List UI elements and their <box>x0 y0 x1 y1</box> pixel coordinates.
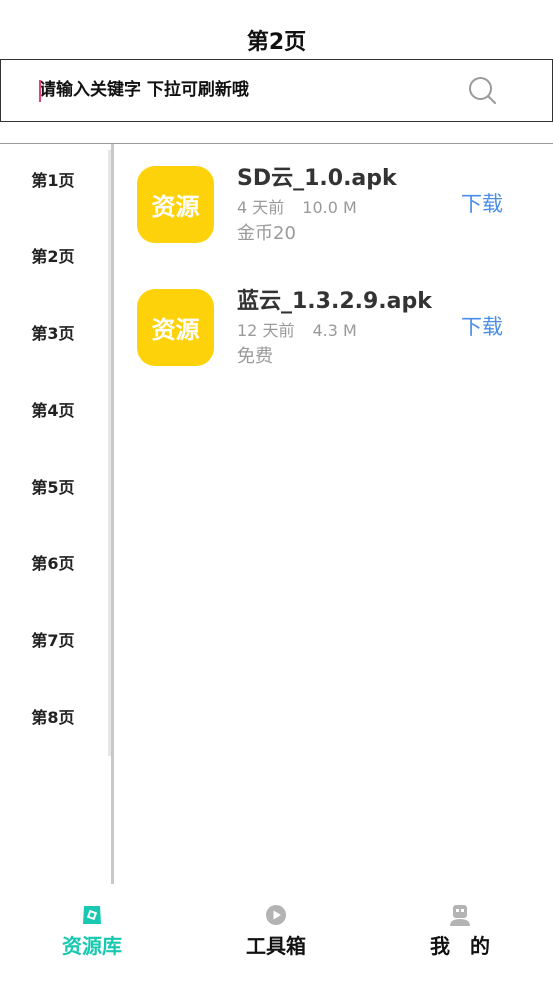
sidebar-item-page-8[interactable]: 第8页 <box>0 706 106 730</box>
search-icon[interactable] <box>467 75 497 105</box>
item-price: 金币20 <box>237 223 296 244</box>
sidebar-item-page-6[interactable]: 第6页 <box>0 552 106 576</box>
item-time: 12 天前 <box>237 321 295 340</box>
sidebar-item-page-4[interactable]: 第4页 <box>0 399 106 423</box>
list-item[interactable]: 资源 SD云_1.0.apk 4 天前 10.0 M 金币20 下载 <box>137 166 537 246</box>
sidebar-item-page-3[interactable]: 第3页 <box>0 322 106 346</box>
profile-icon <box>450 905 470 926</box>
item-size: 4.3 M <box>312 321 357 340</box>
sidebar-divider <box>111 144 114 884</box>
tab-label: 我 的 <box>430 934 490 958</box>
item-size: 10.0 M <box>302 198 357 217</box>
item-name: 蓝云_1.3.2.9.apk <box>237 289 432 314</box>
item-meta: 4 天前 10.0 M <box>237 197 357 219</box>
list-item[interactable]: 资源 蓝云_1.3.2.9.apk 12 天前 4.3 M 免费 下载 <box>137 289 537 369</box>
resource-badge: 资源 <box>137 289 214 366</box>
search-input[interactable] <box>39 74 439 106</box>
item-time: 4 天前 <box>237 198 285 217</box>
item-meta: 12 天前 4.3 M <box>237 320 357 342</box>
item-price: 免费 <box>237 346 273 367</box>
download-button[interactable]: 下载 <box>461 190 503 218</box>
play-icon <box>266 905 286 925</box>
resource-icon <box>83 906 101 924</box>
item-name: SD云_1.0.apk <box>237 166 397 191</box>
sidebar-item-page-5[interactable]: 第5页 <box>0 476 106 500</box>
page-title: 第2页 <box>246 30 307 55</box>
sidebar: 第1页 第2页 第3页 第4页 第5页 第6页 第7页 第8页 <box>0 144 110 884</box>
tab-label: 资源库 <box>62 934 122 958</box>
resource-badge: 资源 <box>137 166 214 243</box>
bottom-tab-bar: 资源库 工具箱 我 的 <box>0 896 553 983</box>
tab-resources[interactable]: 资源库 <box>0 896 184 976</box>
text-caret <box>39 80 41 102</box>
tab-toolbox[interactable]: 工具箱 <box>184 896 368 976</box>
tab-profile[interactable]: 我 的 <box>368 896 552 976</box>
tab-label: 工具箱 <box>246 934 306 958</box>
download-button[interactable]: 下载 <box>461 313 503 341</box>
sidebar-item-page-7[interactable]: 第7页 <box>0 629 106 653</box>
sidebar-item-page-1[interactable]: 第1页 <box>0 169 106 193</box>
sidebar-item-page-2[interactable]: 第2页 <box>0 245 106 269</box>
